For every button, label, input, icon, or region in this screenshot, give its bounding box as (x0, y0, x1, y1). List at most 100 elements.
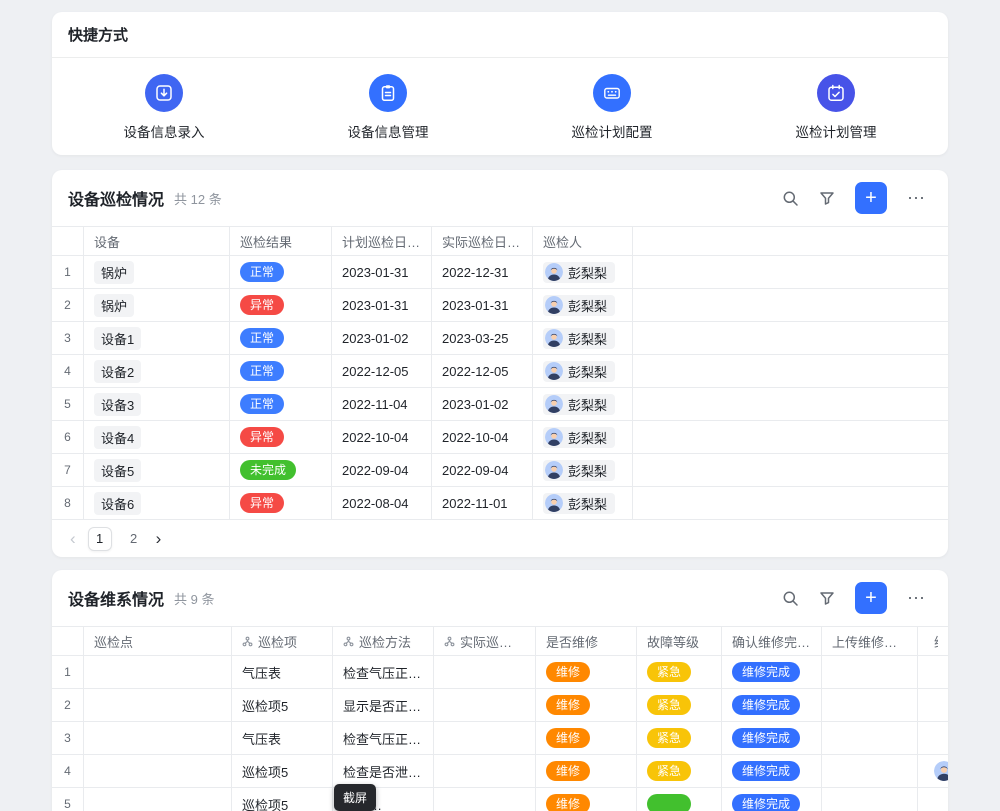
confirm-cell[interactable]: 维修完成 (722, 755, 822, 787)
row-number[interactable]: 8 (52, 487, 84, 519)
upload-cell[interactable] (822, 722, 918, 754)
row-number[interactable]: 3 (52, 722, 84, 754)
device-cell[interactable]: 设备6 (84, 487, 230, 519)
inspector-cell[interactable]: 彭梨梨 (533, 289, 633, 321)
actual-result-cell[interactable] (434, 656, 536, 688)
column-header[interactable]: 故障等级 (637, 627, 722, 655)
column-header[interactable]: 确认维修完… (722, 627, 822, 655)
page-button-1[interactable]: 1 (88, 527, 112, 551)
result-cell[interactable]: 正常 (230, 256, 332, 288)
fault-level-cell[interactable]: 紧急 (637, 656, 722, 688)
column-header[interactable]: 巡检结果 (230, 227, 332, 255)
device-cell[interactable]: 设备1 (84, 322, 230, 354)
column-header[interactable]: 实际巡检日… (432, 227, 533, 255)
repair-cell[interactable]: 维修 (536, 755, 637, 787)
inspector-cell[interactable]: 彭梨梨 (533, 487, 633, 519)
inspection-point-cell[interactable] (84, 722, 232, 754)
inspector-cell[interactable]: 彭梨梨 (533, 256, 633, 288)
plan-date-cell[interactable]: 2022-11-04 (332, 388, 432, 420)
filter-icon[interactable] (819, 190, 835, 206)
more-menu-icon[interactable]: ⋯ (907, 588, 926, 609)
inspection-point-cell[interactable] (84, 689, 232, 721)
actual-date-cell[interactable]: 2022-10-04 (432, 421, 533, 453)
result-cell[interactable]: 正常 (230, 322, 332, 354)
plan-date-cell[interactable]: 2023-01-31 (332, 256, 432, 288)
upload-cell[interactable] (822, 689, 918, 721)
repairer-cell[interactable] (918, 755, 948, 787)
row-number[interactable]: 2 (52, 689, 84, 721)
result-cell[interactable]: 异常 (230, 487, 332, 519)
plan-date-cell[interactable]: 2022-12-05 (332, 355, 432, 387)
inspection-point-cell[interactable] (84, 755, 232, 787)
inspector-cell[interactable]: 彭梨梨 (533, 454, 633, 486)
confirm-cell[interactable]: 维修完成 (722, 689, 822, 721)
repair-cell[interactable]: 维修 (536, 689, 637, 721)
column-header[interactable]: 巡检方法 (333, 627, 434, 655)
shortcut-item-1[interactable]: 设备信息录入 (52, 74, 276, 141)
result-cell[interactable]: 正常 (230, 388, 332, 420)
actual-date-cell[interactable]: 2022-12-05 (432, 355, 533, 387)
upload-cell[interactable] (822, 755, 918, 787)
column-header[interactable]: 巡检点 (84, 627, 232, 655)
row-number[interactable]: 1 (52, 256, 84, 288)
plan-date-cell[interactable]: 2022-10-04 (332, 421, 432, 453)
inspection-method-cell[interactable]: 检查是否泄… (333, 755, 434, 787)
column-header[interactable]: 上传维修结… (822, 627, 918, 655)
row-number[interactable]: 1 (52, 656, 84, 688)
inspection-item-cell[interactable]: 气压表 (232, 656, 333, 688)
row-number[interactable]: 5 (52, 388, 84, 420)
inspector-cell[interactable]: 彭梨梨 (533, 421, 633, 453)
inspection-method-cell[interactable]: 检查气压正… (333, 722, 434, 754)
confirm-cell[interactable]: 维修完成 (722, 656, 822, 688)
row-number[interactable]: 6 (52, 421, 84, 453)
inspection-item-cell[interactable]: 巡检项5 (232, 755, 333, 787)
inspector-cell[interactable]: 彭梨梨 (533, 388, 633, 420)
actual-date-cell[interactable]: 2022-12-31 (432, 256, 533, 288)
column-header[interactable]: 巡检人 (533, 227, 633, 255)
device-cell[interactable]: 设备2 (84, 355, 230, 387)
row-number[interactable]: 3 (52, 322, 84, 354)
result-cell[interactable]: 正常 (230, 355, 332, 387)
fault-level-cell[interactable]: 紧急 (637, 755, 722, 787)
inspection-item-cell[interactable]: 巡检项5 (232, 689, 333, 721)
inspection-method-cell[interactable]: 显示是否正… (333, 689, 434, 721)
device-cell[interactable]: 设备3 (84, 388, 230, 420)
actual-date-cell[interactable]: 2022-09-04 (432, 454, 533, 486)
add-record-button[interactable]: + (855, 182, 887, 214)
column-header[interactable]: 是否维修 (536, 627, 637, 655)
column-header[interactable]: 实际巡… (434, 627, 536, 655)
fault-level-cell[interactable]: 紧急 (637, 689, 722, 721)
next-page-icon[interactable]: › (156, 529, 162, 549)
row-number[interactable]: 4 (52, 355, 84, 387)
device-cell[interactable]: 锅炉 (84, 256, 230, 288)
inspection-method-cell[interactable]: 检查气压正… (333, 656, 434, 688)
actual-result-cell[interactable] (434, 755, 536, 787)
actual-date-cell[interactable]: 2022-11-01 (432, 487, 533, 519)
actual-date-cell[interactable]: 2023-01-02 (432, 388, 533, 420)
repair-cell[interactable]: 维修 (536, 656, 637, 688)
fault-level-cell[interactable]: 紧急 (637, 722, 722, 754)
shortcut-item-4[interactable]: 巡检计划管理 (724, 74, 948, 141)
result-cell[interactable]: 未完成 (230, 454, 332, 486)
filter-icon[interactable] (819, 590, 835, 606)
column-header[interactable]: 维… (918, 627, 948, 655)
inspector-cell[interactable]: 彭梨梨 (533, 322, 633, 354)
repairer-cell[interactable] (918, 722, 948, 754)
actual-date-cell[interactable]: 2023-03-25 (432, 322, 533, 354)
shortcut-item-2[interactable]: 设备信息管理 (276, 74, 500, 141)
repairer-cell[interactable] (918, 656, 948, 688)
row-number[interactable]: 4 (52, 755, 84, 787)
add-record-button[interactable]: + (855, 582, 887, 614)
inspection-item-cell[interactable]: 气压表 (232, 722, 333, 754)
plan-date-cell[interactable]: 2022-09-04 (332, 454, 432, 486)
page-button-2[interactable]: 2 (124, 531, 144, 546)
inspector-cell[interactable]: 彭梨梨 (533, 355, 633, 387)
actual-result-cell[interactable] (434, 722, 536, 754)
repairer-cell[interactable] (918, 689, 948, 721)
repair-cell[interactable]: 维修 (536, 722, 637, 754)
row-number[interactable]: 2 (52, 289, 84, 321)
plan-date-cell[interactable]: 2023-01-02 (332, 322, 432, 354)
plan-date-cell[interactable]: 2023-01-31 (332, 289, 432, 321)
column-header[interactable]: 设备 (84, 227, 230, 255)
result-cell[interactable]: 异常 (230, 421, 332, 453)
